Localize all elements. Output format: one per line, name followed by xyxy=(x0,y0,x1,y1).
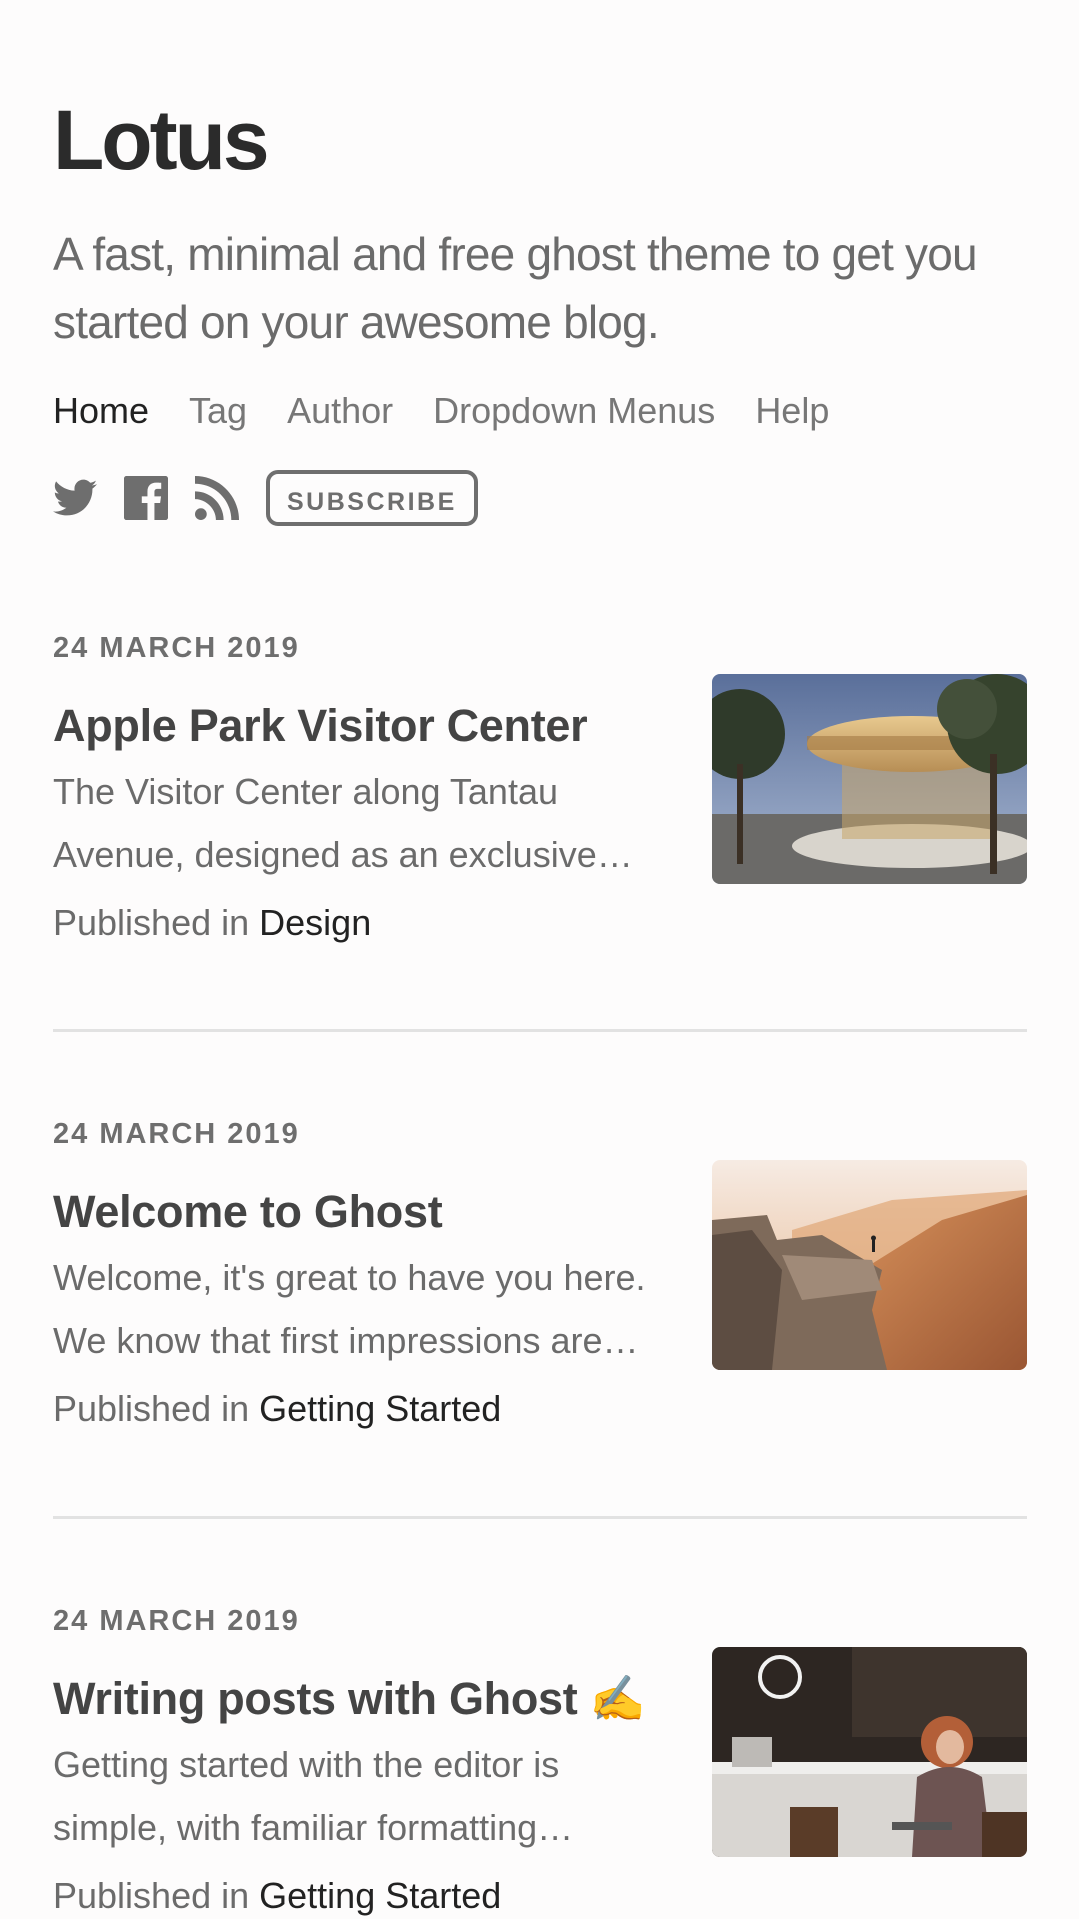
post-date: 24 MARCH 2019 xyxy=(53,1605,300,1637)
cafe-photo xyxy=(712,1647,1027,1857)
site-title[interactable]: Lotus xyxy=(53,98,270,182)
post-tag-link[interactable]: Design xyxy=(259,902,371,943)
published-prefix: Published in xyxy=(53,1875,250,1916)
post-thumbnail-cafe[interactable] xyxy=(712,1647,1027,1857)
twitter-icon[interactable] xyxy=(53,476,97,520)
main-nav: Home Tag Author Dropdown Menus Help xyxy=(53,388,829,434)
cliff-photo xyxy=(712,1160,1027,1370)
nav-item-dropdown-menus[interactable]: Dropdown Menus xyxy=(433,388,715,434)
post-thumbnail-cliff[interactable] xyxy=(712,1160,1027,1370)
nav-item-author[interactable]: Author xyxy=(287,388,393,434)
post-title[interactable]: Apple Park Visitor Center xyxy=(53,698,588,754)
post-excerpt: The Visitor Center along Tantau Avenue, … xyxy=(53,771,633,875)
published-prefix: Published in xyxy=(53,902,250,943)
subscribe-button[interactable]: SUBSCRIBE xyxy=(266,470,478,526)
post-divider xyxy=(53,1029,1027,1032)
post-thumbnail-apple-park[interactable] xyxy=(712,674,1027,884)
post-title[interactable]: Writing posts with Ghost ✍️ xyxy=(53,1671,646,1727)
post-meta: Published in Getting Started xyxy=(53,1873,501,1919)
post-date: 24 MARCH 2019 xyxy=(53,1118,300,1150)
post-excerpt: Welcome, it's great to have you here. We… xyxy=(53,1257,646,1361)
apple-park-photo xyxy=(712,674,1027,884)
post-date: 24 MARCH 2019 xyxy=(53,632,300,664)
nav-item-tag[interactable]: Tag xyxy=(189,388,247,434)
post-title[interactable]: Welcome to Ghost xyxy=(53,1184,443,1240)
nav-item-home[interactable]: Home xyxy=(53,388,149,434)
page: Lotus A fast, minimal and free ghost the… xyxy=(0,0,1079,1919)
post-meta: Published in Design xyxy=(53,900,371,946)
social-links: SUBSCRIBE xyxy=(53,470,478,526)
post-tag-link[interactable]: Getting Started xyxy=(259,1388,501,1429)
post-meta: Published in Getting Started xyxy=(53,1386,501,1432)
post-divider xyxy=(53,1516,1027,1519)
rss-icon[interactable] xyxy=(195,476,239,520)
facebook-icon[interactable] xyxy=(124,476,168,520)
post-excerpt: Getting started with the editor is simpl… xyxy=(53,1744,574,1848)
published-prefix: Published in xyxy=(53,1388,250,1429)
post-tag-link[interactable]: Getting Started xyxy=(259,1875,501,1916)
site-description: A fast, minimal and free ghost theme to … xyxy=(53,228,978,348)
nav-item-help[interactable]: Help xyxy=(755,388,829,434)
